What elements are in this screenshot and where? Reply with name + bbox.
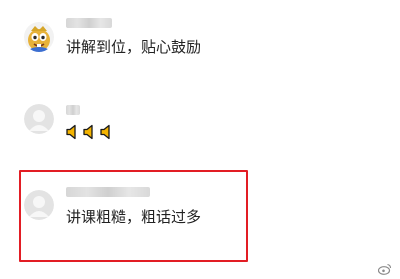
watermark bbox=[378, 263, 395, 275]
speaker-icon bbox=[100, 124, 110, 140]
weibo-logo-icon bbox=[378, 263, 392, 275]
user-avatar[interactable] bbox=[24, 104, 54, 134]
speaker-icon bbox=[83, 124, 93, 140]
user-avatar[interactable] bbox=[24, 22, 54, 52]
cartoon-avatar-icon bbox=[24, 22, 54, 52]
speaker-icon bbox=[66, 124, 76, 140]
username-blurred[interactable] bbox=[66, 105, 80, 115]
default-avatar-icon bbox=[24, 104, 54, 134]
emoji-row bbox=[65, 124, 115, 140]
username-blurred[interactable] bbox=[66, 18, 112, 28]
highlight-box bbox=[19, 170, 248, 262]
comment-text: 讲解到位，贴心鼓励 bbox=[66, 38, 202, 56]
